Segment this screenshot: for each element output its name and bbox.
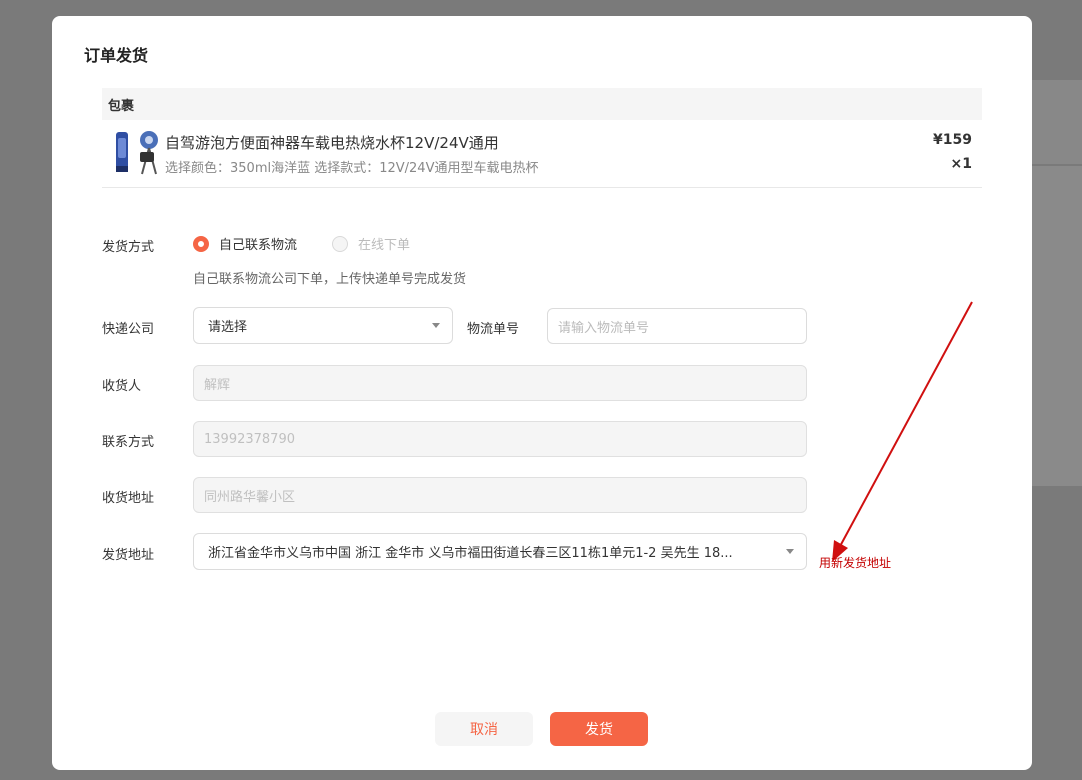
product-price: ¥159 bbox=[933, 132, 972, 148]
courier-value: 请选择 bbox=[208, 320, 248, 335]
radio-label: 自己联系物流 bbox=[219, 238, 298, 253]
annotation-text: 用新发货地址 bbox=[819, 556, 892, 570]
receiver-label: 收货人 bbox=[102, 379, 142, 394]
cancel-button[interactable]: 取消 bbox=[435, 712, 533, 746]
annotation-arrow-icon bbox=[832, 301, 973, 562]
chevron-down-icon bbox=[786, 549, 794, 554]
tracking-placeholder: 请输入物流单号 bbox=[558, 320, 650, 336]
package-header: 包裹 bbox=[102, 88, 982, 120]
radio-unchecked-icon bbox=[332, 235, 348, 252]
ship-order-dialog: 订单发货 包裹 自驾游泡方便面神器车载电热烧水杯12V/24V通用 选择颜色：3… bbox=[52, 16, 1032, 770]
radio-self-logistics[interactable]: 自己联系物流 bbox=[193, 234, 297, 253]
ship-method-label: 发货方式 bbox=[102, 240, 155, 255]
receive-address-value: 同州路华馨小区 bbox=[204, 489, 296, 505]
contact-value: 13992378790 bbox=[204, 431, 295, 447]
receive-address-field: 同州路华馨小区 bbox=[193, 477, 807, 513]
tracking-number-input[interactable]: 请输入物流单号 bbox=[547, 308, 807, 344]
radio-online-order[interactable]: 在线下单 bbox=[332, 234, 410, 253]
receiver-field: 解辉 bbox=[193, 365, 807, 401]
receiver-value: 解辉 bbox=[204, 377, 231, 393]
courier-label: 快递公司 bbox=[102, 322, 155, 337]
contact-label: 联系方式 bbox=[102, 435, 155, 450]
radio-label: 在线下单 bbox=[358, 238, 411, 253]
contact-field: 13992378790 bbox=[193, 421, 807, 457]
background-panel bbox=[1032, 80, 1082, 164]
ship-button[interactable]: 发货 bbox=[550, 712, 648, 746]
chevron-down-icon bbox=[432, 323, 440, 328]
product-thumbnail bbox=[116, 131, 158, 175]
product-quantity: ×1 bbox=[950, 156, 972, 172]
product-row: 自驾游泡方便面神器车载电热烧水杯12V/24V通用 选择颜色：350ml海洋蓝 … bbox=[102, 120, 982, 188]
radio-checked-icon bbox=[193, 235, 209, 252]
ship-method-hint: 自己联系物流公司下单，上传快递单号完成发货 bbox=[193, 272, 467, 287]
product-spec: 选择颜色：350ml海洋蓝 选择款式：12V/24V通用型车载电热杯 bbox=[165, 161, 539, 176]
dialog-title: 订单发货 bbox=[84, 46, 149, 65]
send-address-select[interactable]: 浙江省金华市义乌市中国 浙江 金华市 义乌市福田街道长春三区11栋1单元1-2 … bbox=[193, 533, 807, 570]
tracking-label: 物流单号 bbox=[467, 322, 520, 337]
send-address-label: 发货地址 bbox=[102, 548, 155, 563]
background-panel bbox=[1032, 166, 1082, 486]
courier-select[interactable]: 请选择 bbox=[193, 307, 453, 344]
receive-address-label: 收货地址 bbox=[102, 491, 155, 506]
product-name: 自驾游泡方便面神器车载电热烧水杯12V/24V通用 bbox=[165, 134, 499, 152]
send-address-value: 浙江省金华市义乌市中国 浙江 金华市 义乌市福田街道长春三区11栋1单元1-2 … bbox=[208, 546, 733, 561]
